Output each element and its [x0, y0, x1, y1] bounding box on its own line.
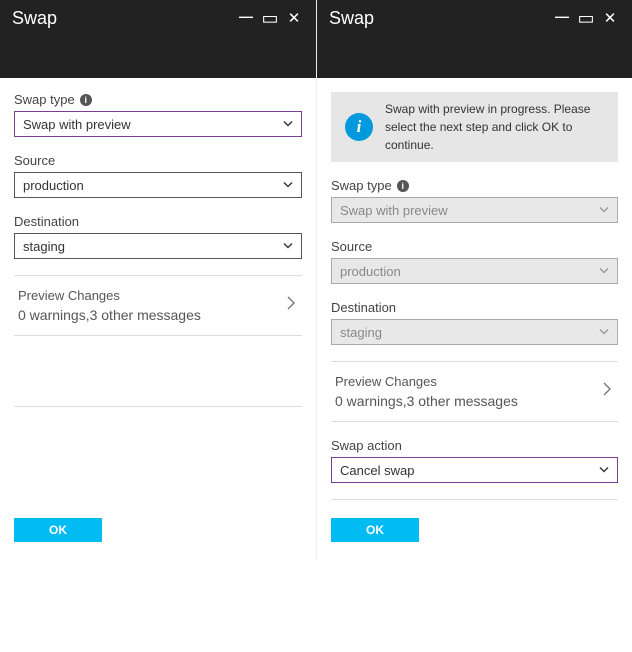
swap-pane-progress: Swap i Swap with preview in progress. Pl… — [316, 0, 632, 560]
swap-action-label: Swap action — [331, 438, 618, 453]
preview-changes-row[interactable]: Preview Changes 0 warnings,3 other messa… — [14, 275, 302, 336]
preview-changes-row[interactable]: Preview Changes 0 warnings,3 other messa… — [331, 361, 618, 422]
destination-select[interactable]: staging — [14, 233, 302, 259]
preview-changes-title: Preview Changes — [18, 288, 284, 303]
swap-type-label: Swap type i — [331, 178, 618, 193]
destination-value: staging — [23, 239, 65, 254]
minimize-icon[interactable] — [550, 10, 574, 26]
source-value: production — [340, 264, 401, 279]
source-select[interactable]: production — [14, 172, 302, 198]
destination-label: Destination — [331, 300, 618, 315]
header-band — [0, 36, 316, 78]
titlebar: Swap — [0, 0, 316, 36]
swap-type-value: Swap with preview — [340, 203, 448, 218]
window-title: Swap — [329, 8, 374, 29]
close-icon[interactable] — [598, 9, 622, 27]
info-banner: i Swap with preview in progress. Please … — [331, 92, 618, 162]
chevron-down-icon — [599, 325, 609, 340]
preview-changes-title: Preview Changes — [335, 374, 600, 389]
source-label: Source — [331, 239, 618, 254]
divider — [14, 406, 302, 407]
chevron-right-icon — [600, 381, 614, 402]
preview-changes-summary: 0 warnings,3 other messages — [18, 307, 284, 323]
destination-value: staging — [340, 325, 382, 340]
header-band — [317, 36, 632, 78]
swap-type-select: Swap with preview — [331, 197, 618, 223]
maximize-icon[interactable] — [574, 8, 598, 29]
titlebar: Swap — [317, 0, 632, 36]
swap-action-value: Cancel swap — [340, 463, 414, 478]
source-label: Source — [14, 153, 302, 168]
info-banner-text: Swap with preview in progress. Please se… — [379, 100, 608, 154]
ok-button[interactable]: OK — [14, 518, 102, 542]
ok-button[interactable]: OK — [331, 518, 419, 542]
destination-select: staging — [331, 319, 618, 345]
window-title: Swap — [12, 8, 57, 29]
swap-type-label: Swap type i — [14, 92, 302, 107]
destination-label: Destination — [14, 214, 302, 229]
close-icon[interactable] — [282, 9, 306, 27]
chevron-down-icon — [283, 117, 293, 132]
source-select: production — [331, 258, 618, 284]
chevron-down-icon — [599, 463, 609, 478]
chevron-down-icon — [599, 203, 609, 218]
source-value: production — [23, 178, 84, 193]
chevron-right-icon — [284, 295, 298, 316]
swap-type-value: Swap with preview — [23, 117, 131, 132]
info-icon[interactable]: i — [80, 94, 92, 106]
info-icon: i — [339, 100, 379, 154]
swap-pane-initial: Swap Swap type i Swap with preview — [0, 0, 316, 560]
swap-type-select[interactable]: Swap with preview — [14, 111, 302, 137]
info-icon[interactable]: i — [397, 180, 409, 192]
chevron-down-icon — [283, 239, 293, 254]
chevron-down-icon — [283, 178, 293, 193]
chevron-down-icon — [599, 264, 609, 279]
maximize-icon[interactable] — [258, 8, 282, 29]
swap-action-select[interactable]: Cancel swap — [331, 457, 618, 483]
preview-changes-summary: 0 warnings,3 other messages — [335, 393, 600, 409]
minimize-icon[interactable] — [234, 10, 258, 26]
